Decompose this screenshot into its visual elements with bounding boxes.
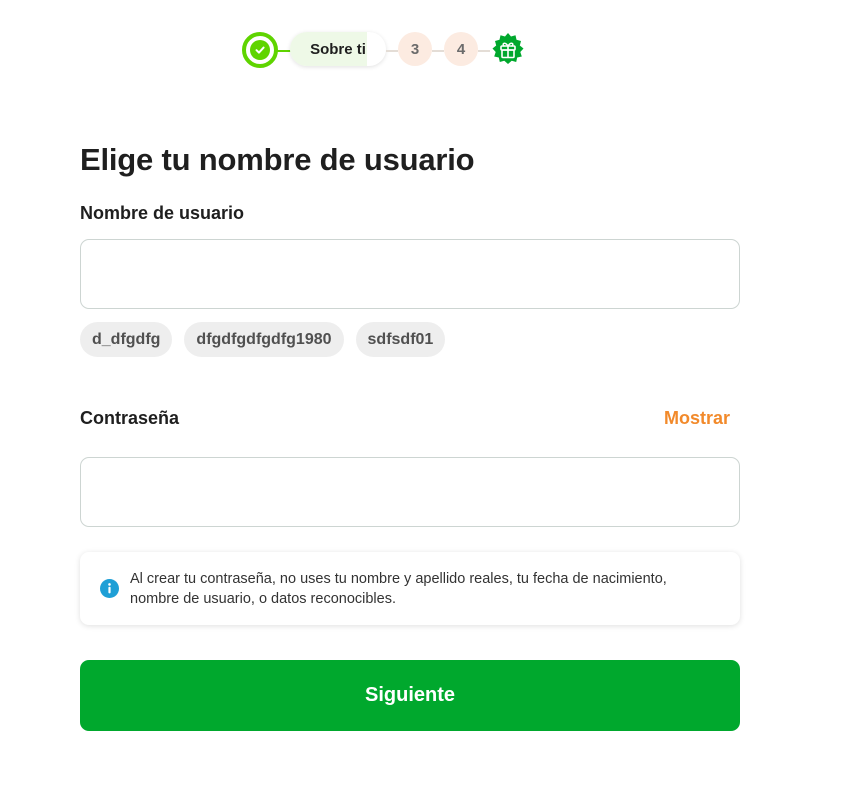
username-suggestion-chip[interactable]: d_dfgdfg: [80, 322, 173, 357]
check-icon: [250, 40, 270, 60]
next-button[interactable]: Siguiente: [80, 660, 740, 731]
progress-stepper: Sobre ti 3 4: [242, 32, 532, 70]
username-input[interactable]: [80, 239, 740, 309]
password-label: Contraseña: [80, 408, 180, 428]
username-suggestion-chip[interactable]: dfgdfgdfgdfg1980: [184, 322, 344, 357]
step-3: 3: [398, 32, 432, 66]
step-4: 4: [444, 32, 478, 66]
step-connector: [432, 50, 444, 52]
show-password-link[interactable]: Mostrar: [664, 408, 730, 429]
step-connector: [386, 50, 398, 52]
step-3-label: 3: [410, 40, 420, 58]
step-4-label: 4: [456, 40, 466, 58]
username-suggestions: d_dfgdfg dfgdfgdfgdfg1980 sdfsdf01: [80, 322, 446, 357]
username-suggestion-chip[interactable]: sdfsdf01: [355, 322, 446, 357]
info-icon: [100, 579, 119, 598]
password-hint-text: Al crear tu contraseña, no uses tu nombr…: [130, 571, 667, 607]
password-hint: Al crear tu contraseña, no uses tu nombr…: [80, 552, 740, 625]
step-current-label: Sobre ti: [310, 40, 366, 58]
gift-icon: [490, 32, 526, 68]
step-connector: [478, 50, 490, 52]
username-label: Nombre de usuario: [80, 203, 245, 223]
page-title: Elige tu nombre de usuario: [80, 142, 475, 177]
signup-page: Sobre ti 3 4 Elige tu nombre de usuario …: [0, 0, 850, 800]
step-current: Sobre ti: [290, 32, 386, 66]
step-completed: [242, 32, 278, 68]
password-input[interactable]: [80, 457, 740, 527]
